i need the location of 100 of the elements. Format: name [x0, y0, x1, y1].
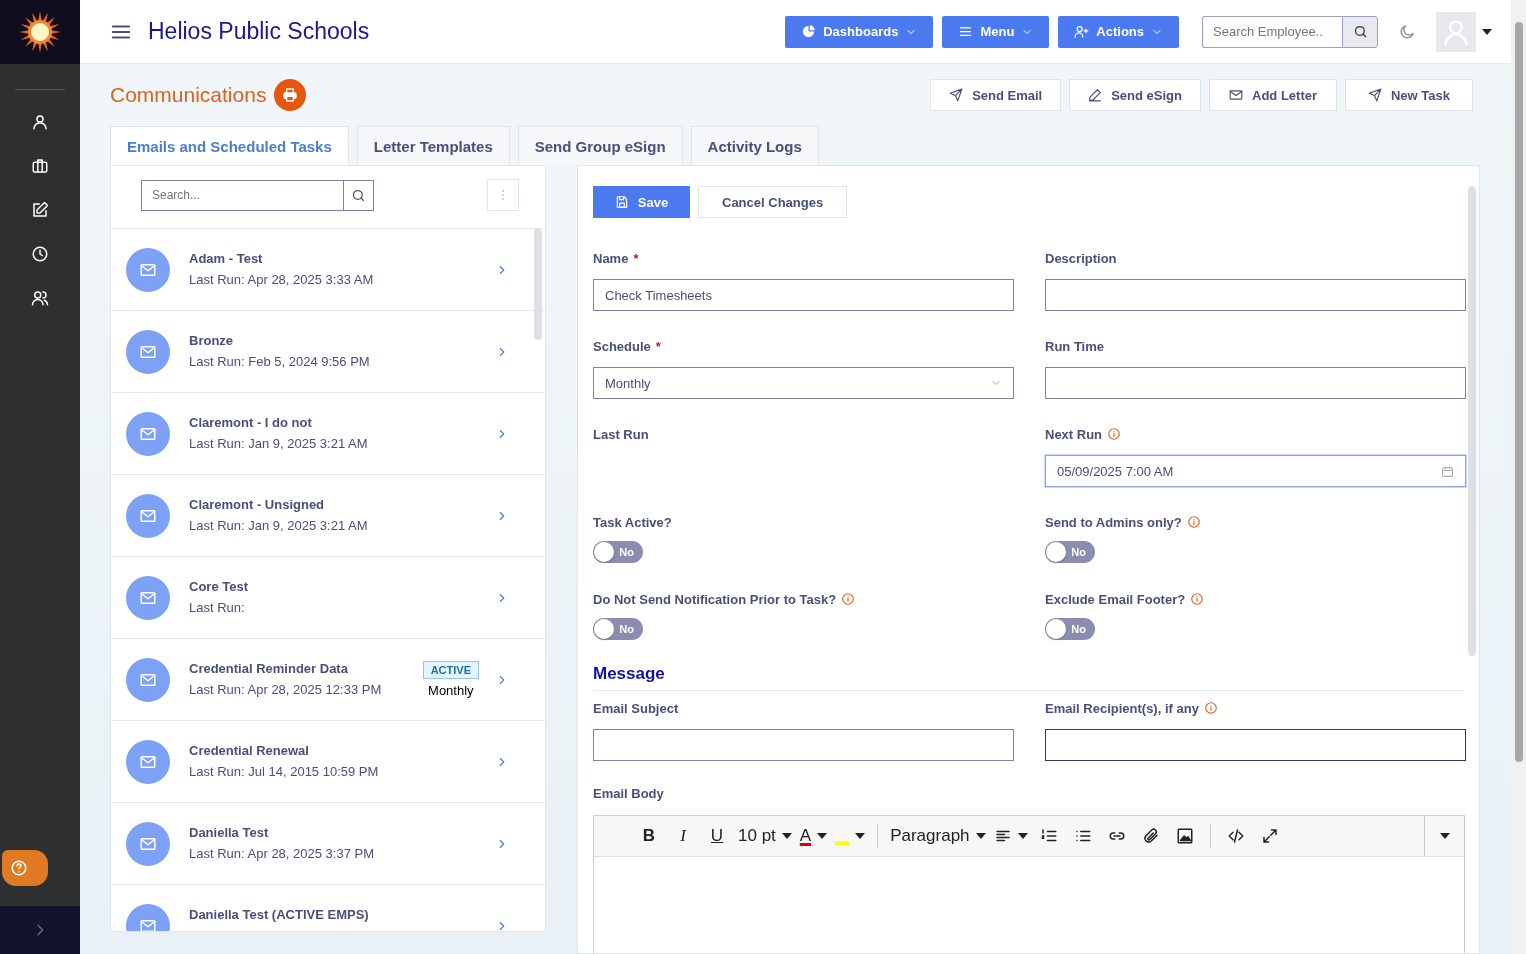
page-title: Communications — [110, 83, 267, 107]
dropdown-button[interactable]: Actions — [1058, 15, 1179, 48]
search-button[interactable] — [343, 179, 374, 211]
code-icon — [1226, 827, 1245, 845]
text-color-button[interactable]: A — [795, 820, 832, 852]
tab[interactable]: Emails and Scheduled Tasks — [110, 126, 349, 165]
expand-icon — [1260, 827, 1279, 845]
caret-icon — [1482, 28, 1492, 35]
caret-icon — [781, 833, 792, 839]
last-run-text: Last Run: Jan 9, 2025 3:21 AM — [189, 518, 369, 533]
font-size-dropdown[interactable]: 10 pt — [734, 820, 796, 852]
tab[interactable]: Send Group eSign — [517, 126, 683, 165]
people-icon — [31, 289, 49, 307]
date-field[interactable]: 05/09/2025 7:00 AM — [1045, 455, 1466, 487]
underline-button[interactable]: U — [700, 820, 734, 852]
scrollbar[interactable] — [534, 228, 542, 340]
action-button[interactable]: Send eSign — [1069, 79, 1201, 111]
field-label: Email Subject — [593, 700, 679, 716]
search-button[interactable] — [1342, 15, 1378, 48]
window-scrollbar[interactable] — [1511, 0, 1526, 954]
moon-icon — [1398, 22, 1416, 41]
schedule-select[interactable]: Monthly — [593, 367, 1014, 399]
required-mark: * — [633, 250, 639, 266]
info-icon — [1203, 701, 1218, 715]
field-label: Send to Admins only? — [1045, 514, 1182, 530]
field-label: Last Run — [593, 426, 649, 442]
task-title: Credential Renewal — [189, 743, 310, 758]
last-run-text: Last Run: — [189, 600, 246, 615]
caret-icon — [1017, 833, 1028, 839]
paragraph-dropdown[interactable]: Paragraph — [886, 820, 990, 852]
task-title: Daniella Test — [189, 825, 270, 840]
caret-icon — [975, 833, 986, 839]
field-label: Do Not Send Notification Prior to Task? — [593, 591, 837, 607]
field-label: Name — [593, 250, 629, 266]
italic-button[interactable]: I — [666, 820, 700, 852]
employee-search-field[interactable]: Search Employee.. — [1202, 15, 1342, 48]
last-run-text: Last Run: Jan 9, 2025 3:21 AM — [189, 436, 369, 451]
info-icon — [841, 592, 856, 606]
envelope-icon — [1229, 88, 1243, 102]
task-title: Bronze — [189, 333, 235, 348]
field-label: Description — [1045, 250, 1117, 266]
section-heading: Message — [593, 664, 1464, 691]
paperclip-icon — [1141, 827, 1160, 845]
rich-text-editor[interactable]: B I U 10 pt A Paragraph — [593, 815, 1465, 953]
input-field[interactable]: Check Timesheets — [593, 279, 1014, 311]
image-icon — [1175, 827, 1194, 845]
last-run-text: Last Run: Apr 28, 2025 3:37 PM — [189, 846, 375, 861]
field-label: Email Body — [593, 785, 664, 801]
app-title: Helios Public Schools — [148, 18, 370, 45]
info-icon — [1107, 427, 1122, 441]
save-icon — [614, 195, 629, 209]
save-button[interactable]: Save — [593, 186, 690, 218]
cancel-button[interactable]: Cancel Changes — [698, 186, 848, 218]
field-label: Run Time — [1045, 338, 1104, 354]
calendar-icon — [1441, 464, 1454, 478]
search-icon — [351, 187, 366, 203]
help-icon — [10, 859, 28, 877]
action-button[interactable]: Send Email — [930, 79, 1062, 111]
action-button[interactable]: Add Letter — [1209, 79, 1337, 111]
edit-icon — [31, 201, 49, 219]
last-run-text: Last Run: Jul 14, 2015 10:59 PM — [189, 764, 380, 779]
field-label: Schedule — [593, 338, 651, 354]
search-field[interactable]: Search... — [141, 179, 343, 211]
menu-icon — [958, 24, 974, 39]
input-field[interactable] — [1045, 367, 1466, 399]
last-run-text: Last Run: Feb 5, 2024 9:56 PM — [189, 354, 371, 369]
input-field[interactable] — [1045, 279, 1466, 311]
status-badge: ACTIVE — [422, 661, 479, 679]
last-run-text: Last Run: Apr 28, 2025 12:33 PM — [189, 682, 383, 697]
tab[interactable]: Activity Logs — [690, 126, 819, 165]
scrollbar[interactable] — [1468, 186, 1476, 656]
task-title: Adam - Test — [189, 251, 264, 266]
schedule-text: Monthly — [428, 683, 474, 698]
tab[interactable]: Letter Templates — [356, 126, 510, 165]
input-field[interactable] — [1045, 729, 1466, 761]
required-mark: * — [655, 338, 661, 354]
task-title: Core Test — [189, 579, 249, 594]
dropdown-button[interactable]: Dashboards — [785, 15, 934, 48]
field-label: Email Recipient(s), if any — [1045, 700, 1199, 716]
task-title: Claremont - Unsigned — [189, 497, 326, 512]
dropdown-button[interactable]: Menu — [942, 15, 1050, 48]
help-button[interactable] — [2, 850, 48, 886]
paper-plane-icon — [949, 88, 964, 102]
search-icon — [1352, 24, 1368, 39]
bold-button[interactable]: B — [632, 820, 666, 852]
person-icon — [31, 113, 49, 131]
paper-plane-icon — [1368, 88, 1382, 102]
info-icon — [1190, 592, 1205, 606]
last-run-text: Last Run: Apr 28, 2025 3:33 AM — [189, 272, 375, 287]
briefcase-icon — [31, 157, 49, 175]
task-title: Credential Reminder Data — [189, 661, 349, 676]
print-button[interactable] — [274, 79, 307, 111]
sun-logo — [18, 10, 62, 54]
info-icon — [1186, 515, 1201, 529]
action-button[interactable]: New Task — [1345, 79, 1473, 111]
field-label: Exclude Email Footer? — [1045, 591, 1186, 607]
clock-icon — [31, 245, 49, 263]
input-field[interactable] — [593, 729, 1014, 761]
pen-icon — [1088, 88, 1103, 102]
printer-icon — [282, 87, 299, 103]
